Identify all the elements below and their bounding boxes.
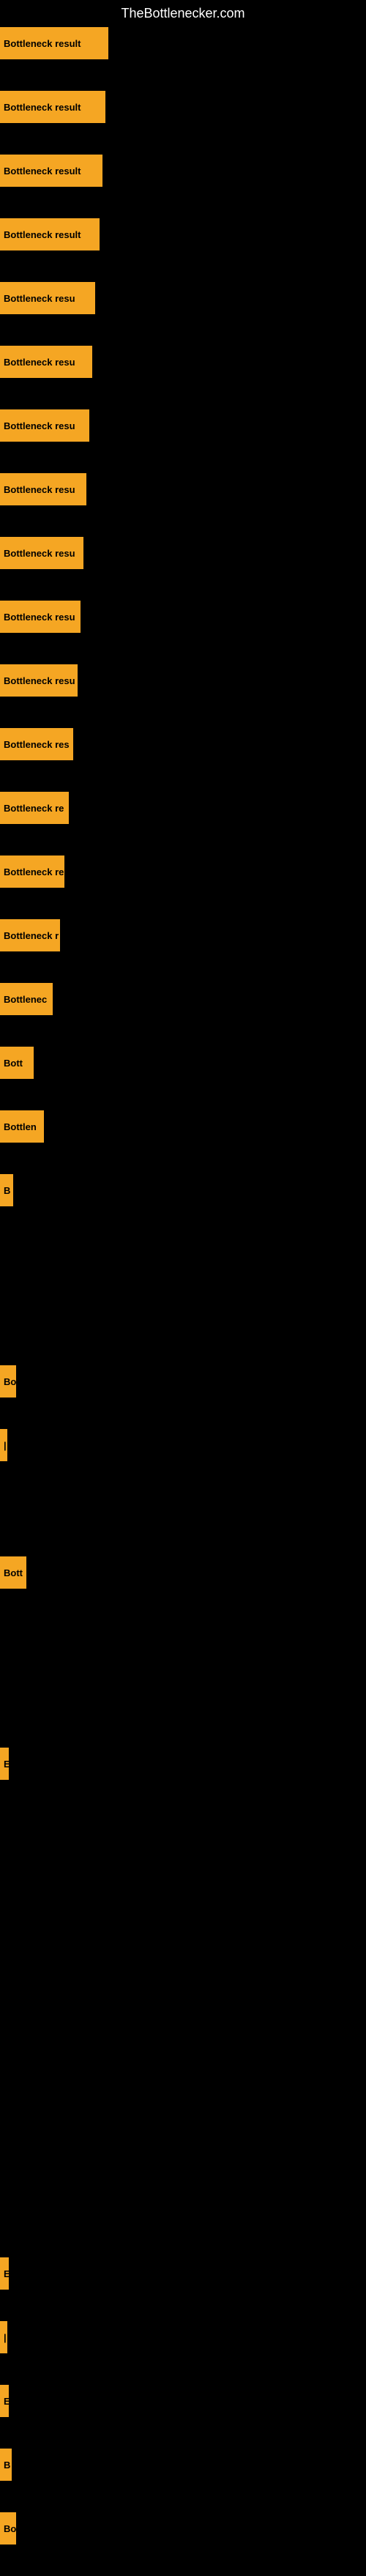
- row-wrapper: |: [0, 2321, 366, 2353]
- row-wrapper: Bo: [0, 1365, 366, 1398]
- bottleneck-label: Bott: [0, 1556, 26, 1589]
- row-wrapper: Bottleneck resu: [0, 282, 366, 314]
- row-wrapper: Bottleneck resu: [0, 346, 366, 378]
- row-wrapper: Bottleneck resu: [0, 664, 366, 697]
- bottleneck-label: Bottleneck resu: [0, 601, 81, 633]
- row-wrapper: [0, 1811, 366, 1844]
- bottleneck-label: B: [0, 2449, 12, 2481]
- bottleneck-label: Bottleneck result: [0, 27, 108, 59]
- row-wrapper: Bottleneck resu: [0, 601, 366, 633]
- bottleneck-label: Bottleneck result: [0, 155, 102, 187]
- row-wrapper: |: [0, 1429, 366, 1461]
- bottleneck-label: Bottleneck re: [0, 792, 69, 824]
- row-wrapper: [0, 2194, 366, 2226]
- row-wrapper: Bottleneck result: [0, 218, 366, 250]
- row-wrapper: B: [0, 1174, 366, 1206]
- bottleneck-label: Bo: [0, 1365, 16, 1398]
- bottleneck-label: E: [0, 1748, 9, 1780]
- bottleneck-label: Bottlenec: [0, 983, 53, 1015]
- row-wrapper: E: [0, 1748, 366, 1780]
- bottleneck-label: |: [0, 2321, 7, 2353]
- bottleneck-label: Bo: [0, 2512, 16, 2545]
- bottleneck-label: Bottleneck re: [0, 855, 64, 888]
- row-wrapper: Bottlenec: [0, 983, 366, 1015]
- row-wrapper: Bo: [0, 2512, 366, 2545]
- row-wrapper: Bottleneck re: [0, 792, 366, 824]
- row-wrapper: E: [0, 2385, 366, 2417]
- row-wrapper: [0, 2066, 366, 2098]
- bottleneck-label: Bottleneck res: [0, 728, 73, 760]
- bottleneck-label: Bottleneck resu: [0, 346, 92, 378]
- row-wrapper: Bottleneck resu: [0, 473, 366, 505]
- row-wrapper: [0, 1493, 366, 1525]
- bottleneck-label: Bottleneck r: [0, 919, 60, 951]
- row-wrapper: Bott: [0, 1047, 366, 1079]
- bottleneck-label: Bottleneck resu: [0, 664, 78, 697]
- row-wrapper: [0, 1875, 366, 1907]
- row-wrapper: [0, 1939, 366, 1971]
- row-wrapper: B: [0, 2449, 366, 2481]
- row-wrapper: [0, 1302, 366, 1334]
- row-wrapper: Bottleneck resu: [0, 537, 366, 569]
- bottleneck-label: Bottleneck result: [0, 218, 100, 250]
- row-wrapper: Bottlen: [0, 1110, 366, 1143]
- row-wrapper: Bottleneck res: [0, 728, 366, 760]
- bottleneck-label: |: [0, 1429, 7, 1461]
- row-wrapper: [0, 1620, 366, 1652]
- row-wrapper: Bottleneck result: [0, 155, 366, 187]
- site-title: TheBottlenecker.com: [0, 0, 366, 27]
- row-wrapper: Bottleneck resu: [0, 409, 366, 442]
- bottleneck-label: Bottleneck resu: [0, 473, 86, 505]
- site-header: TheBottlenecker.com: [0, 0, 366, 27]
- bottleneck-label: E: [0, 2257, 9, 2290]
- row-wrapper: E: [0, 2257, 366, 2290]
- bottleneck-label: E: [0, 2385, 9, 2417]
- bottleneck-label: Bottleneck resu: [0, 409, 89, 442]
- row-wrapper: Bottleneck re: [0, 855, 366, 888]
- bottleneck-label: B: [0, 1174, 13, 1206]
- row-wrapper: Bottleneck result: [0, 27, 366, 59]
- row-wrapper: Bottleneck result: [0, 91, 366, 123]
- bottleneck-label: Bott: [0, 1047, 34, 1079]
- row-wrapper: Bottleneck r: [0, 919, 366, 951]
- row-wrapper: Bott: [0, 1556, 366, 1589]
- bars-container: Bottleneck result Bottleneck result Bottle…: [0, 27, 366, 2545]
- bottleneck-label: Bottleneck resu: [0, 537, 83, 569]
- row-wrapper: [0, 2002, 366, 2035]
- bottleneck-label: Bottlen: [0, 1110, 44, 1143]
- row-wrapper: [0, 1238, 366, 1270]
- bottleneck-label: Bottleneck resu: [0, 282, 95, 314]
- row-wrapper: [0, 1684, 366, 1716]
- row-wrapper: [0, 2130, 366, 2162]
- bottleneck-label: Bottleneck result: [0, 91, 105, 123]
